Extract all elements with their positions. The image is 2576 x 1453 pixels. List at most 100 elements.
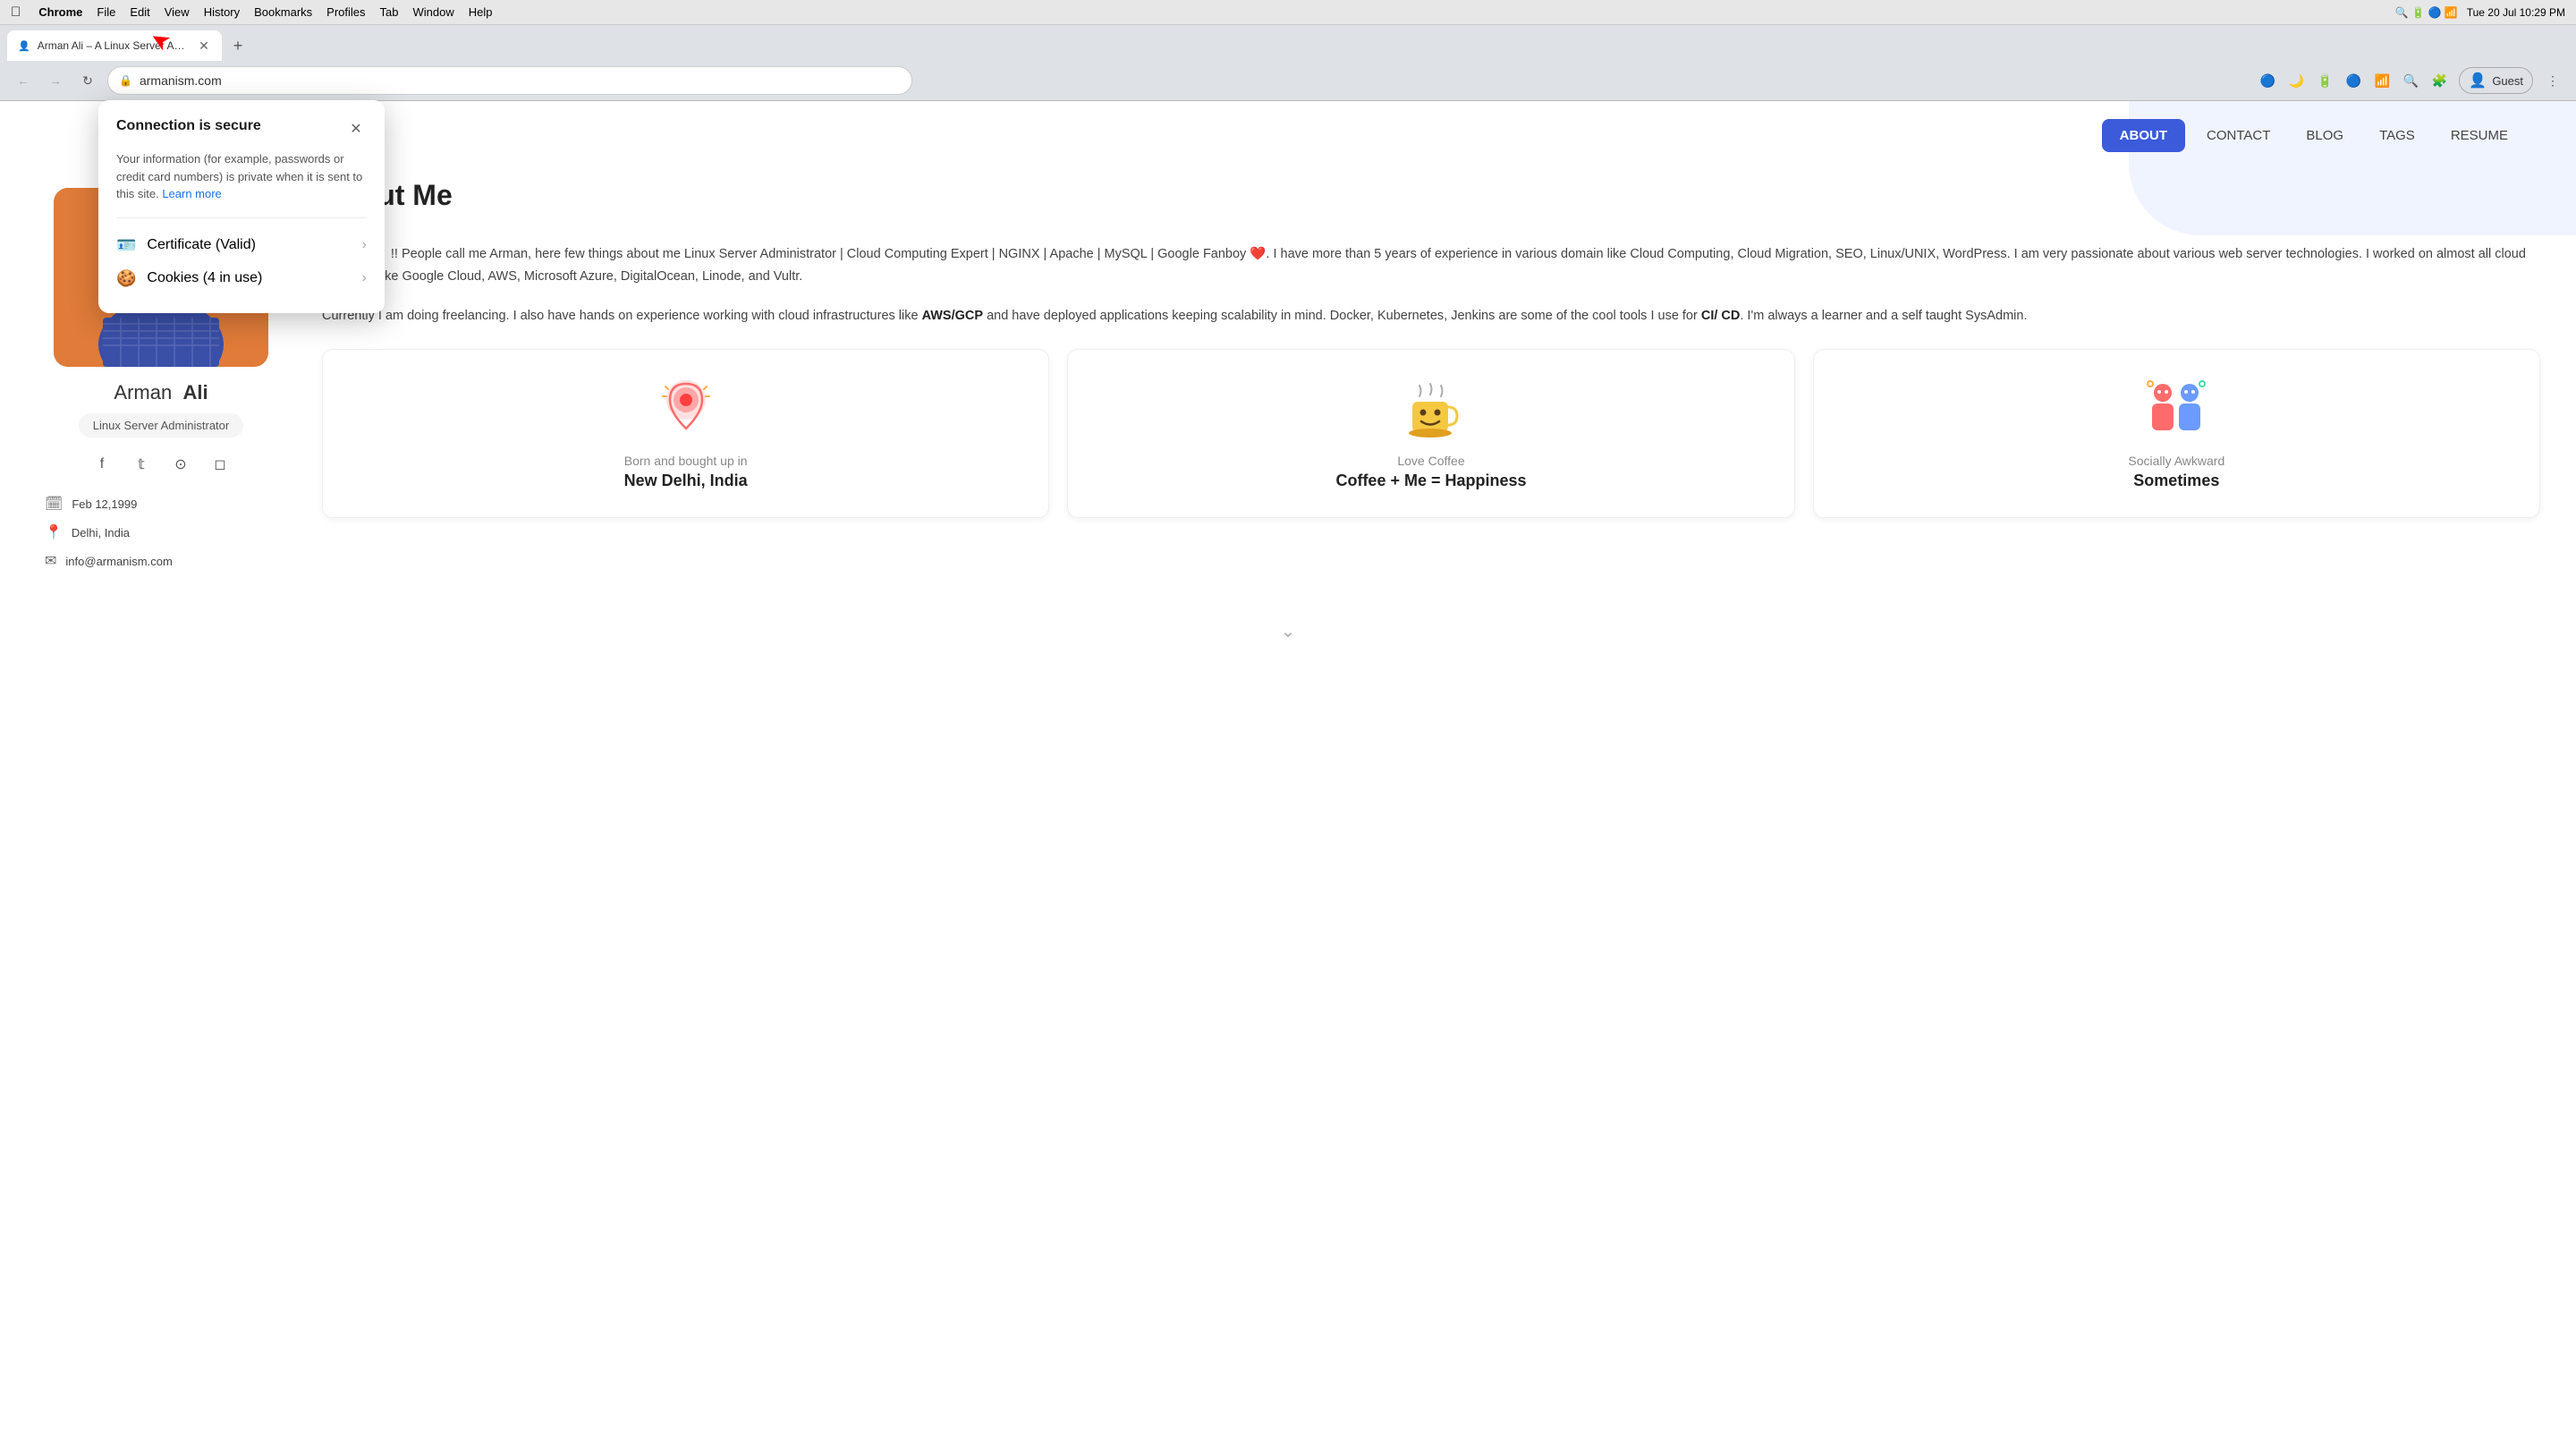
menu-window[interactable]: Window bbox=[413, 5, 454, 19]
battery-ext-button[interactable]: 🔋 bbox=[2312, 68, 2337, 93]
card-location-subtitle: Born and bought up in bbox=[624, 454, 748, 468]
profile-button[interactable]: 👤 Guest bbox=[2459, 67, 2533, 94]
sidebar-name-last: Ali bbox=[182, 381, 208, 404]
popup-header: Connection is secure ✕ bbox=[116, 118, 367, 140]
forward-button[interactable]: → bbox=[43, 68, 68, 93]
bluetooth-ext-button[interactable]: 🔵 bbox=[2341, 68, 2366, 93]
site-nav: ABOUT CONTACT BLOG TAGS RESUME bbox=[0, 101, 2576, 170]
para2-bold1: AWS/GCP bbox=[922, 309, 983, 323]
certificate-arrow-icon: › bbox=[362, 237, 367, 253]
card-location: Born and bought up in New Delhi, India bbox=[322, 349, 1049, 518]
people-svg bbox=[2143, 377, 2210, 439]
nav-about[interactable]: ABOUT bbox=[2102, 119, 2185, 152]
siri-ext-button[interactable]: 🔵 bbox=[2255, 68, 2280, 93]
menu-profiles[interactable]: Profiles bbox=[326, 5, 365, 19]
nav-contact[interactable]: CONTACT bbox=[2192, 121, 2284, 150]
tab-bar: ➤ 👤 Arman Ali – A Linux Server Adm… ✕ + bbox=[0, 25, 2576, 61]
back-button[interactable]: ← bbox=[11, 68, 36, 93]
certificate-icon: 🪪 bbox=[116, 236, 136, 255]
wifi-ext-button[interactable]: 📶 bbox=[2369, 68, 2394, 93]
url-text: armanism.com bbox=[140, 73, 901, 88]
social-twitter-icon[interactable]: 𝕥 bbox=[129, 452, 154, 477]
card-location-title: New Delhi, India bbox=[624, 472, 748, 490]
popup-close-button[interactable]: ✕ bbox=[345, 118, 367, 140]
menu-edit[interactable]: Edit bbox=[130, 5, 149, 19]
popup-divider bbox=[116, 217, 367, 218]
meta-email-text: info@armanism.com bbox=[65, 555, 172, 568]
mac-menubar:  Chrome File Edit View History Bookmark… bbox=[0, 0, 2576, 25]
sidebar-name: Arman Ali bbox=[114, 381, 208, 404]
social-instagram-icon[interactable]: ◻ bbox=[208, 452, 233, 477]
new-tab-button[interactable]: + bbox=[225, 33, 250, 58]
tab-favicon: 👤 bbox=[18, 40, 30, 52]
sidebar-name-first: Arman bbox=[114, 381, 172, 404]
ext-puzzle-button[interactable]: 🧩 bbox=[2427, 68, 2452, 93]
about-paragraph-1: Hi there 👋 !! People call me Arman, here… bbox=[322, 243, 2540, 287]
learn-more-link[interactable]: Learn more bbox=[162, 187, 221, 200]
nav-blog[interactable]: BLOG bbox=[2292, 121, 2358, 150]
browser-right-controls: 🔵 🌙 🔋 🔵 📶 🔍 🧩 👤 Guest ⋮ bbox=[2255, 67, 2565, 94]
card-social-subtitle: Socially Awkward bbox=[2128, 454, 2224, 468]
certificate-text: Certificate (Valid) bbox=[147, 237, 256, 253]
sidebar-role: Linux Server Administrator bbox=[79, 413, 243, 438]
certificate-label: Certificate bbox=[147, 237, 211, 252]
para2-suffix: . I'm always a learner and a self taught… bbox=[1740, 309, 2027, 323]
social-links: f 𝕥 ⊙ ◻ bbox=[89, 452, 233, 477]
meta-birthday: 🗓 Feb 12,1999 bbox=[45, 495, 277, 513]
tab-close-button[interactable]: ✕ bbox=[197, 38, 211, 53]
webpage: ABOUT CONTACT BLOG TAGS RESUME bbox=[0, 101, 2576, 650]
menu-history[interactable]: History bbox=[204, 5, 240, 19]
tab-title: Arman Ali – A Linux Server Adm… bbox=[38, 39, 190, 52]
menu-file[interactable]: File bbox=[97, 5, 115, 19]
card-coffee-icon bbox=[1402, 377, 1460, 439]
menu-bookmarks[interactable]: Bookmarks bbox=[254, 5, 312, 19]
email-icon: ✉ bbox=[45, 552, 56, 570]
card-coffee-subtitle: Love Coffee bbox=[1397, 454, 1464, 468]
menu-chrome[interactable]: Chrome bbox=[38, 5, 82, 19]
cookies-text: Cookies (4 in use) bbox=[147, 270, 262, 286]
card-social: Socially Awkward Sometimes bbox=[1813, 349, 2540, 518]
location-icon: 📍 bbox=[45, 523, 63, 541]
certificate-item[interactable]: 🪪 Certificate (Valid) › bbox=[116, 229, 367, 262]
profile-label: Guest bbox=[2492, 74, 2523, 88]
scroll-down-icon: ⌄ bbox=[1281, 620, 1296, 642]
menubar-right: 🔍 🔋 🔵 📶 Tue 20 Jul 10:29 PM bbox=[2395, 6, 2565, 19]
menu-tab[interactable]: Tab bbox=[380, 5, 399, 19]
lock-icon: 🔒 bbox=[119, 74, 132, 87]
cookies-item[interactable]: 🍪 Cookies (4 in use) › bbox=[116, 262, 367, 295]
cookies-icon: 🍪 bbox=[116, 269, 136, 288]
system-time: Tue 20 Jul 10:29 PM bbox=[2467, 6, 2565, 19]
card-coffee: Love Coffee Coffee + Me = Happiness bbox=[1067, 349, 1794, 518]
social-github-icon[interactable]: ⊙ bbox=[168, 452, 193, 477]
menu-help[interactable]: Help bbox=[469, 5, 493, 19]
browser-tab-active[interactable]: 👤 Arman Ali – A Linux Server Adm… ✕ bbox=[7, 30, 222, 61]
menu-view[interactable]: View bbox=[165, 5, 190, 19]
security-popup: Connection is secure ✕ Your information … bbox=[98, 100, 385, 313]
moon-ext-button[interactable]: 🌙 bbox=[2284, 68, 2309, 93]
para2-middle: and have deployed applications keeping s… bbox=[983, 309, 1701, 323]
address-bar-row: ← → ↻ 🔒 armanism.com 🔵 🌙 🔋 🔵 📶 🔍 🧩 👤 Gue… bbox=[0, 61, 2576, 100]
popup-body-text: Your information (for example, passwords… bbox=[116, 152, 362, 200]
search-ext-button[interactable]: 🔍 bbox=[2398, 68, 2423, 93]
para2-prefix: Currently I am doing freelancing. I also… bbox=[322, 309, 922, 323]
cards-row: Born and bought up in New Delhi, India bbox=[322, 349, 2540, 518]
meta-email: ✉ info@armanism.com bbox=[45, 552, 277, 570]
meta-birthday-text: Feb 12,1999 bbox=[72, 497, 137, 511]
meta-location-text: Delhi, India bbox=[72, 526, 130, 540]
card-social-icon bbox=[2143, 377, 2210, 439]
calendar-icon: 🗓 bbox=[45, 495, 63, 513]
card-social-title: Sometimes bbox=[2133, 472, 2219, 490]
location-pin-svg bbox=[659, 377, 713, 439]
coffee-cup-svg bbox=[1402, 377, 1460, 439]
address-bar[interactable]: 🔒 armanism.com bbox=[107, 66, 912, 95]
para2-bold2: CI/ CD bbox=[1701, 309, 1741, 323]
cookies-label: Cookies bbox=[147, 270, 199, 285]
menubar-icons: 🔍 🔋 🔵 📶 bbox=[2395, 6, 2458, 19]
nav-tags[interactable]: TAGS bbox=[2365, 121, 2429, 150]
scroll-indicator: ⌄ bbox=[0, 606, 2576, 650]
about-paragraph-2: Currently I am doing freelancing. I also… bbox=[322, 305, 2540, 327]
social-facebook-icon[interactable]: f bbox=[89, 452, 114, 477]
nav-resume[interactable]: RESUME bbox=[2436, 121, 2522, 150]
more-options-button[interactable]: ⋮ bbox=[2540, 68, 2565, 93]
reload-button[interactable]: ↻ bbox=[75, 68, 100, 93]
